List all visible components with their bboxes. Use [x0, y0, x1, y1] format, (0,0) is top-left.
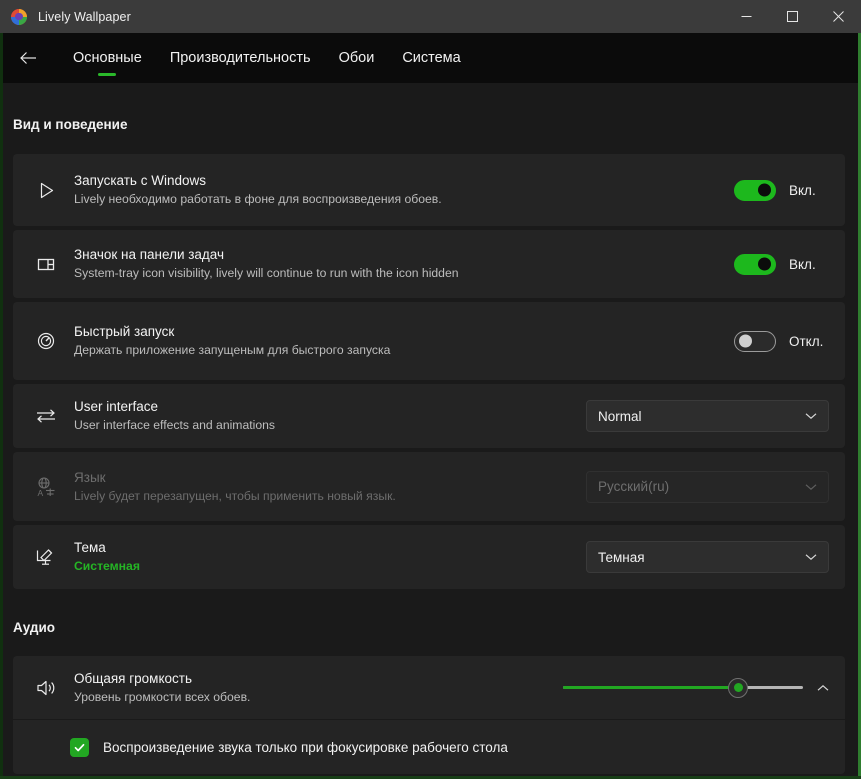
dropdown-value: Normal	[598, 408, 642, 424]
lively-wallpaper-window: Lively Wallpaper Основные Производительн…	[0, 0, 861, 779]
minimize-button[interactable]	[723, 0, 769, 33]
section-title-audio: Аудио	[13, 620, 56, 635]
tab-active-indicator	[98, 73, 117, 76]
tab-label: Обои	[338, 50, 375, 66]
title-bar: Lively Wallpaper	[0, 0, 861, 33]
section-title-appearance: Вид и поведение	[13, 117, 128, 132]
dropdown-theme[interactable]: Темная	[586, 541, 829, 573]
checkbox-play-on-desktop-focus[interactable]	[70, 737, 89, 757]
row-control: Темная	[586, 541, 829, 573]
chevron-down-icon	[805, 412, 817, 420]
maximize-button[interactable]	[769, 0, 815, 33]
speaker-icon	[29, 678, 63, 698]
row-theme[interactable]: Тема Системная Темная	[13, 525, 845, 589]
row-subtitle: User interface effects and animations	[74, 418, 275, 432]
chevron-down-icon	[805, 553, 817, 561]
close-button[interactable]	[815, 0, 861, 33]
window-title: Lively Wallpaper	[38, 9, 131, 24]
tab-sistema[interactable]: Система	[388, 33, 474, 83]
row-language: A Язык Lively будет перезапущен, чтобы п…	[13, 452, 845, 521]
row-subtitle: Держать приложение запущеным для быстрог…	[74, 343, 391, 357]
nav-bar: Основные Производительность Обои Система	[0, 33, 861, 83]
row-text: Значок на панели задач System-tray icon …	[63, 246, 734, 282]
slider-thumb[interactable]	[728, 677, 749, 698]
row-title: Язык	[74, 469, 106, 485]
lively-logo-icon	[11, 8, 27, 25]
dropdown-user-interface[interactable]: Normal	[586, 400, 829, 432]
row-user-interface[interactable]: User interface User interface effects an…	[13, 384, 845, 448]
window-edge-left	[0, 33, 3, 779]
row-text: User interface User interface effects an…	[63, 398, 586, 434]
audio-card: Общаяя громкость Уровень громкости всех …	[13, 656, 845, 774]
toggle-state-label: Вкл.	[789, 256, 816, 272]
row-subtitle: Системная	[74, 559, 140, 573]
row-control: Normal	[586, 400, 829, 432]
row-title: Тема	[74, 540, 106, 555]
audio-card-list: Общаяя громкость Уровень громкости всех …	[3, 656, 858, 774]
tab-label: Основные	[73, 50, 142, 66]
tab-list: Основные Производительность Обои Система	[59, 33, 475, 83]
tab-label: Производительность	[169, 50, 311, 66]
row-title: Значок на панели задач	[74, 247, 225, 262]
row-title: Запускать с Windows	[74, 173, 206, 188]
svg-text:A: A	[38, 488, 44, 498]
play-icon	[29, 181, 63, 200]
row-quick-start[interactable]: Быстрый запуск Держать приложение запуще…	[13, 302, 845, 380]
row-text: Язык Lively будет перезапущен, чтобы при…	[63, 469, 586, 505]
slider-fill	[563, 686, 739, 689]
toggle-quick-start[interactable]	[734, 330, 776, 352]
row-subtitle: Lively необходимо работать в фоне для во…	[74, 192, 442, 206]
dropdown-value: Темная	[598, 549, 645, 565]
dropdown-value: Русский(ru)	[598, 479, 670, 494]
volume-slider[interactable]	[563, 677, 803, 698]
row-title: Общаяя громкость	[74, 670, 192, 686]
toggle-start-with-windows[interactable]	[734, 179, 776, 201]
row-title: Быстрый запуск	[74, 324, 175, 339]
tab-proizvoditelnost[interactable]: Производительность	[156, 33, 325, 83]
tab-label: Система	[402, 50, 461, 66]
swap-arrows-icon	[29, 406, 63, 426]
chevron-down-icon	[805, 483, 817, 491]
toggle-state-label: Откл.	[789, 333, 824, 349]
toggle-state-label: Вкл.	[789, 182, 816, 198]
row-text: Запускать с Windows Lively необходимо ра…	[63, 172, 734, 208]
row-text: Тема Системная	[63, 539, 586, 575]
checkbox-label: Воспроизведение звука только при фокусир…	[103, 739, 508, 755]
appearance-card-list: Запускать с Windows Lively необходимо ра…	[3, 154, 858, 589]
dropdown-language: Русский(ru)	[586, 470, 829, 503]
settings-content: Вид и поведение Запускать с Windows Live…	[3, 83, 858, 776]
window-controls	[723, 0, 861, 33]
back-arrow-icon[interactable]	[11, 41, 45, 75]
toggle-taskbar-icon[interactable]	[734, 253, 776, 275]
row-subtitle: Уровень громкости всех обоев.	[74, 689, 251, 704]
row-play-on-desktop-focus[interactable]: Воспроизведение звука только при фокусир…	[13, 720, 845, 774]
speedometer-icon	[29, 331, 63, 351]
tab-oboi[interactable]: Обои	[325, 33, 389, 83]
taskbar-icon	[29, 254, 63, 274]
row-control: Откл.	[734, 330, 829, 352]
row-title: User interface	[74, 399, 159, 414]
language-icon: A	[29, 476, 63, 498]
volume-slider-area	[563, 677, 829, 698]
row-subtitle: Lively будет перезапущен, чтобы применит…	[74, 488, 396, 503]
row-subtitle: System-tray icon visibility, lively will…	[74, 266, 459, 280]
row-control: Вкл.	[734, 253, 829, 275]
row-text: Быстрый запуск Держать приложение запуще…	[63, 323, 734, 359]
theme-edit-icon	[29, 546, 63, 568]
chevron-up-icon[interactable]	[817, 684, 829, 692]
row-control: Вкл.	[734, 179, 829, 201]
row-start-with-windows[interactable]: Запускать с Windows Lively необходимо ра…	[13, 154, 845, 226]
row-master-volume[interactable]: Общаяя громкость Уровень громкости всех …	[13, 656, 845, 719]
row-control: Русский(ru)	[586, 470, 829, 503]
tab-osnovnye[interactable]: Основные	[59, 33, 156, 83]
row-text: Общаяя громкость Уровень громкости всех …	[63, 670, 563, 706]
row-taskbar-icon[interactable]: Значок на панели задач System-tray icon …	[13, 230, 845, 298]
